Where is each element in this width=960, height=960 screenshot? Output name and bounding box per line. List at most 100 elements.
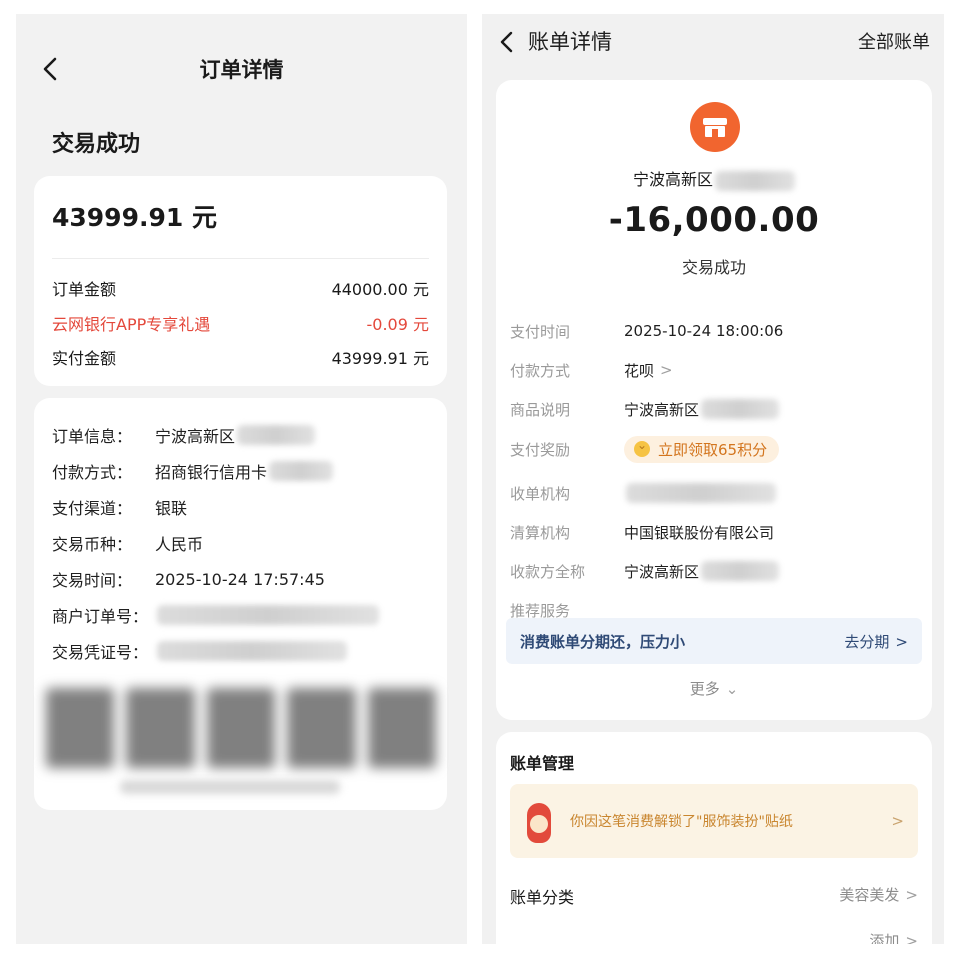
detail-label: 商品说明 [510, 400, 571, 419]
detail-row-acquirer: 收单机构 [510, 482, 776, 504]
discount-value: -0.09 元 [366, 315, 430, 334]
detail-row-goods: 商品说明 宁波高新区 [510, 398, 780, 420]
more-toggle[interactable]: 更多 ⌄ [496, 678, 932, 699]
detail-label: 清算机构 [510, 523, 571, 542]
detail-label: 支付奖励 [510, 440, 571, 459]
chevron-right-icon: > [905, 932, 918, 944]
bill-detail-card: 宁波高新区 -16,000.00 交易成功 支付时间 2025-10-24 18… [496, 80, 932, 720]
info-value: 宁波高新区 [155, 427, 236, 446]
sticker-figure-icon [524, 795, 554, 847]
info-row-voucher: 交易凭证号： [52, 640, 347, 662]
bill-amount: -16,000.00 [608, 200, 820, 240]
installment-promo[interactable]: 消费账单分期还，压力小 去分期 > [506, 618, 922, 664]
redacted-text [701, 399, 780, 419]
detail-row-pay-time: 支付时间 2025-10-24 18:00:06 [510, 320, 783, 342]
sticker-text: 你因这笔消费解锁了"服饰装扮"贴纸 [570, 814, 793, 830]
bill-category-row[interactable]: 账单分类 美容美发 > [510, 884, 918, 908]
info-row-merchant-order: 商户订单号： [52, 604, 379, 626]
info-label: 交易时间： [52, 571, 133, 590]
transaction-status: 交易成功 [681, 258, 746, 277]
detail-value: 中国银联股份有限公司 [624, 523, 775, 542]
installment-link[interactable]: 去分期 > [844, 631, 908, 652]
redacted-text [626, 483, 776, 503]
detail-value: 2025-10-24 18:00:06 [624, 322, 784, 340]
chevron-right-icon: > [891, 812, 904, 830]
section-title: 账单管理 [510, 754, 575, 773]
redacted-text [715, 170, 795, 191]
info-row-currency: 交易币种： 人民币 [52, 532, 203, 554]
merchant-name-text: 宁波高新区 [632, 170, 713, 189]
info-label: 交易币种： [52, 535, 133, 554]
info-label: 交易凭证号： [52, 643, 149, 662]
info-row-time: 交易时间： 2025-10-24 17:57:45 [52, 568, 325, 591]
promo-text: 消费账单分期还，压力小 [520, 632, 686, 651]
bill-detail-screen: 账单详情 全部账单 宁波高新区 -16,000.00 交易成功 支付时间 202… [482, 14, 944, 944]
category-label: 账单分类 [510, 888, 575, 907]
sticker-banner[interactable]: 你因这笔消费解锁了"服饰装扮"贴纸 > [510, 784, 918, 858]
actual-paid-value: 43999.91 元 [331, 349, 429, 368]
detail-label: 收款方全称 [510, 562, 586, 581]
amount-summary-card: 43999.91 元 订单金额 44000.00 元 云网银行APP专享礼遇 -… [34, 176, 447, 386]
info-value: 银联 [155, 499, 188, 518]
installment-link-text: 去分期 [844, 632, 890, 651]
redacted-text [237, 425, 316, 445]
page-title: 订单详情 [199, 58, 284, 82]
redacted-text [157, 641, 347, 661]
detail-row-reward: 支付奖励 立即领取65积分 [510, 435, 780, 463]
goods-text: 宁波高新区 [624, 400, 700, 419]
detail-row-pay-method[interactable]: 付款方式 花呗 > [510, 359, 673, 381]
discount-row: 云网银行APP专享礼遇 -0.09 元 [52, 311, 429, 335]
order-amount-label: 订单金额 [52, 280, 117, 299]
detail-label: 付款方式 [510, 361, 571, 380]
paid-amount: 43999.91 元 [52, 203, 217, 232]
detail-row-clearing: 清算机构 中国银联股份有限公司 [510, 521, 774, 543]
back-arrow-icon[interactable] [496, 28, 518, 56]
redacted-text [701, 561, 780, 581]
info-row-payment: 付款方式： 招商银行信用卡 [52, 460, 334, 482]
order-info-card: 订单信息： 宁波高新区 付款方式： 招商银行信用卡 支付渠道： 银联 交易币种：… [34, 398, 447, 810]
coin-icon [634, 438, 650, 457]
divider [52, 258, 429, 259]
claim-points-button[interactable]: 立即领取65积分 [624, 435, 780, 463]
pay-method-text: 花呗 [624, 361, 655, 380]
payee-text: 宁波高新区 [624, 562, 700, 581]
more-text: 更多 [689, 680, 720, 698]
page-title: 账单详情 [528, 30, 612, 54]
chevron-right-icon: > [660, 361, 673, 379]
info-label: 支付渠道： [52, 499, 133, 518]
reward-text: 立即领取65积分 [658, 440, 768, 459]
order-detail-screen: 订单详情 交易成功 43999.91 元 订单金额 44000.00 元 云网银… [16, 14, 467, 944]
redacted-barcode [46, 688, 437, 768]
redacted-text [120, 780, 340, 794]
redacted-text [269, 461, 334, 481]
detail-value: 宁波高新区 [624, 399, 780, 420]
detail-value: 宁波高新区 [624, 561, 780, 582]
bill-management-card: 账单管理 你因这笔消费解锁了"服饰装扮"贴纸 > 账单分类 美容美发 > 添加 > [496, 732, 932, 944]
merchant-name: 宁波高新区 [496, 166, 932, 191]
all-bills-link[interactable]: 全部账单 [858, 28, 930, 54]
info-row-order: 订单信息： 宁波高新区 [52, 424, 316, 446]
actual-paid-row: 实付金额 43999.91 元 [52, 345, 429, 369]
discount-label: 云网银行APP专享礼遇 [52, 315, 211, 334]
add-tag-link[interactable]: 添加 > [869, 930, 918, 944]
info-value: 人民币 [155, 535, 204, 554]
detail-value: 花呗 > [624, 360, 673, 381]
shop-icon [690, 102, 740, 152]
detail-label: 收单机构 [510, 484, 571, 503]
redacted-text [157, 605, 379, 625]
chevron-right-icon: > [895, 632, 908, 651]
chevron-down-icon: ⌄ [725, 680, 739, 698]
actual-paid-label: 实付金额 [52, 349, 117, 368]
category-value-text: 美容美发 [839, 886, 900, 904]
info-label: 订单信息： [52, 427, 133, 446]
transaction-status: 交易成功 [52, 132, 141, 157]
info-label: 商户订单号： [52, 607, 149, 626]
detail-label: 支付时间 [510, 322, 571, 341]
category-value: 美容美发 > [839, 884, 918, 908]
add-text: 添加 [869, 932, 900, 944]
info-value: 2025-10-24 17:57:45 [155, 569, 325, 589]
info-row-channel: 支付渠道： 银联 [52, 496, 187, 518]
detail-row-payee: 收款方全称 宁波高新区 [510, 560, 780, 582]
order-amount-row: 订单金额 44000.00 元 [52, 276, 429, 300]
info-label: 付款方式： [52, 463, 133, 482]
